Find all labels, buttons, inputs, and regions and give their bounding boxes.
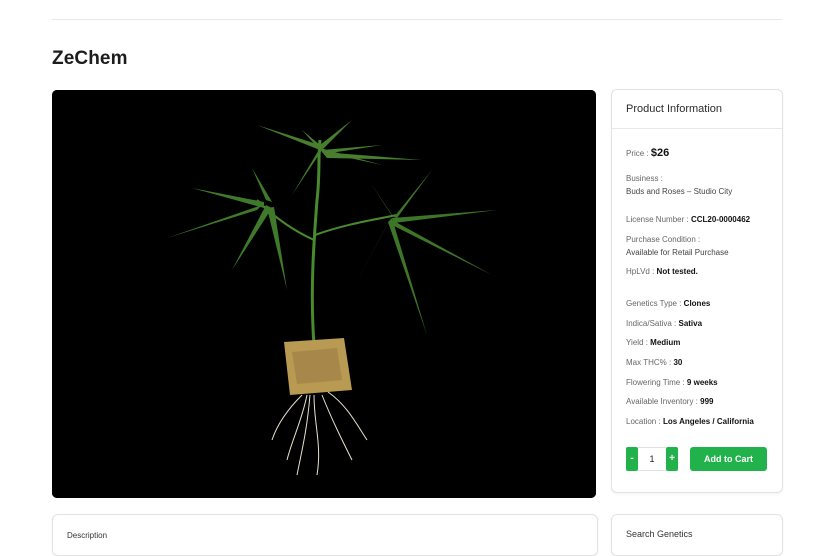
quantity-decrease-button[interactable]: -: [626, 447, 638, 471]
license-label: License Number :: [626, 215, 689, 224]
location-row: Location : Los Angeles / California: [626, 417, 754, 426]
purchase-condition-row: Purchase Condition : Available for Retai…: [626, 235, 729, 257]
quantity-increase-button[interactable]: +: [666, 447, 678, 471]
product-info-card: Product Information Price : $26 Business…: [611, 89, 783, 493]
search-genetics-label: Search Genetics: [626, 529, 693, 539]
location-label: Location :: [626, 417, 661, 426]
hplvd-value: Not tested.: [656, 267, 698, 276]
purchase-condition-value: Available for Retail Purchase: [626, 248, 729, 257]
genetics-value: Clones: [683, 299, 711, 308]
hplvd-label: HpLVd :: [626, 267, 655, 276]
description-card: Description: [52, 514, 598, 556]
quantity-stepper: - +: [626, 447, 678, 471]
header-divider: [52, 19, 782, 20]
thc-value: 30: [673, 358, 683, 367]
business-row: Business : Buds and Roses – Studio City: [626, 174, 732, 196]
genetics-label: Genetics Type :: [626, 299, 682, 308]
price-value: $26: [650, 147, 670, 159]
price-label: Price :: [626, 149, 649, 158]
thc-label: Max THC% :: [626, 358, 672, 367]
indica-sativa-row: Indica/Sativa : Sativa: [626, 319, 702, 328]
yield-label: Yield :: [626, 338, 648, 347]
genetics-row: Genetics Type : Clones: [626, 299, 710, 308]
inventory-value: 999: [700, 397, 714, 406]
license-value: CCL20-0000462: [690, 215, 751, 224]
business-value: Buds and Roses – Studio City: [626, 187, 733, 196]
flowering-value: 9 weeks: [686, 378, 718, 387]
page-title: ZeChem: [52, 48, 128, 69]
flowering-row: Flowering Time : 9 weeks: [626, 378, 718, 387]
description-label: Description: [67, 531, 108, 540]
hplvd-row: HpLVd : Not tested.: [626, 267, 698, 276]
indica-sativa-label: Indica/Sativa :: [626, 319, 677, 328]
inventory-row: Available Inventory : 999: [626, 397, 714, 406]
yield-row: Yield : Medium: [626, 338, 680, 347]
search-genetics-card: Search Genetics: [611, 514, 783, 556]
inventory-label: Available Inventory :: [626, 397, 698, 406]
thc-row: Max THC% : 30: [626, 358, 682, 367]
quantity-input[interactable]: [638, 447, 666, 471]
business-label: Business :: [626, 174, 663, 183]
purchase-condition-label: Purchase Condition :: [626, 235, 701, 244]
product-info-header: Product Information: [612, 90, 782, 129]
product-image: [52, 90, 596, 498]
flowering-label: Flowering Time :: [626, 378, 685, 387]
indica-sativa-value: Sativa: [678, 319, 703, 328]
license-row: License Number : CCL20-0000462: [626, 215, 750, 224]
price-row: Price : $26: [626, 147, 669, 159]
location-value: Los Angeles / California: [662, 417, 754, 426]
add-to-cart-button[interactable]: Add to Cart: [690, 447, 767, 471]
yield-value: Medium: [650, 338, 681, 347]
